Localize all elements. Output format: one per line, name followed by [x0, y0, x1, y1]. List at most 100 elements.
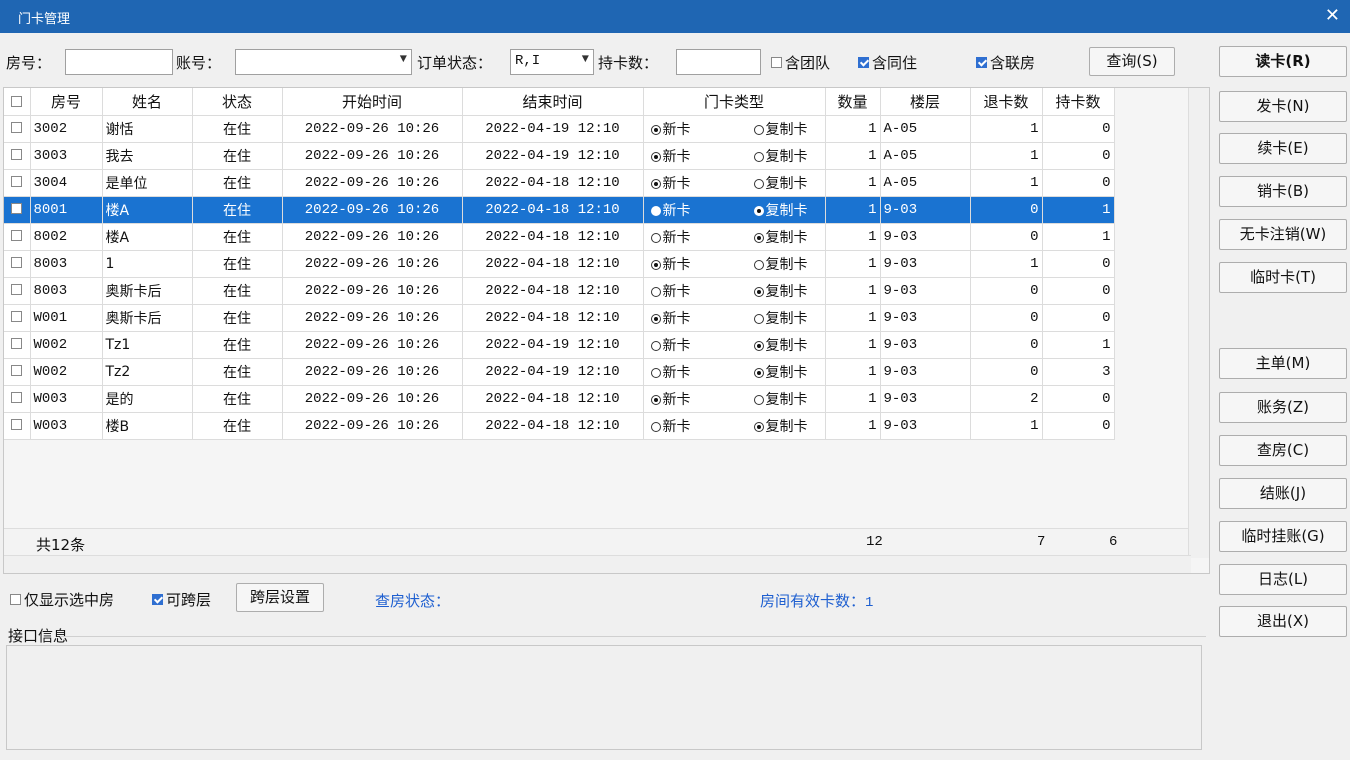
cell-card-type[interactable]: 新卡 复制卡 — [643, 196, 826, 224]
col-card-type[interactable]: 门卡类型 — [643, 88, 826, 116]
account-button[interactable]: 账务(Z) — [1219, 392, 1347, 423]
issue-card-button[interactable]: 发卡(N) — [1219, 91, 1347, 122]
cell-card-type[interactable]: 新卡 复制卡 — [643, 115, 826, 143]
col-floor[interactable]: 楼层 — [880, 88, 971, 116]
radio-new-card[interactable]: 新卡 — [650, 308, 691, 328]
table-row[interactable]: 8001 楼A 在住 2022-09-26 10:26 2022-04-18 12:10… — [4, 196, 1115, 224]
cardless-cancel-button[interactable]: 无卡注销(W) — [1219, 219, 1347, 250]
order-status-combo[interactable]: R,I ▼ — [510, 49, 594, 75]
table-row[interactable]: W002 Tz1 在住 2022-09-26 10:26 2022-04-19 12:1… — [4, 331, 1115, 359]
table-row[interactable]: W003 是的 在住 2022-09-26 10:26 2022-04-18 12:10… — [4, 385, 1115, 413]
radio-new-card[interactable]: 新卡 — [650, 119, 691, 139]
renew-card-button[interactable]: 续卡(E) — [1219, 133, 1347, 164]
radio-new-card[interactable]: 新卡 — [650, 362, 691, 382]
room-check-button[interactable]: 查房(C) — [1219, 435, 1347, 466]
card-count-input[interactable] — [676, 49, 761, 75]
radio-copy-card[interactable]: 复制卡 — [753, 362, 808, 382]
include-linked-checkbox[interactable]: 含联房 — [976, 52, 1035, 73]
table-row[interactable]: W001 奥斯卡后 在住 2022-09-26 10:26 2022-04-18 12:… — [4, 304, 1115, 332]
row-checkbox[interactable] — [4, 358, 31, 386]
row-checkbox[interactable] — [4, 169, 31, 197]
select-all-checkbox[interactable] — [4, 88, 31, 116]
cell-card-type[interactable]: 新卡 复制卡 — [643, 169, 826, 197]
col-room[interactable]: 房号 — [30, 88, 103, 116]
cancel-card-button[interactable]: 销卡(B) — [1219, 176, 1347, 207]
cell-card-type[interactable]: 新卡 复制卡 — [643, 277, 826, 305]
read-card-button[interactable]: 读卡(R) — [1219, 46, 1347, 77]
radio-new-card[interactable]: 新卡 — [650, 200, 691, 220]
chevron-down-icon[interactable]: ▼ — [400, 52, 407, 66]
temp-hang-button[interactable]: 临时挂账(G) — [1219, 521, 1347, 552]
table-row[interactable]: 8002 楼A 在住 2022-09-26 10:26 2022-04-18 12:10… — [4, 223, 1115, 251]
include-cohabit-checkbox[interactable]: 含同住 — [858, 52, 917, 73]
radio-copy-card[interactable]: 复制卡 — [753, 308, 808, 328]
radio-copy-card[interactable]: 复制卡 — [753, 146, 808, 166]
row-checkbox[interactable] — [4, 277, 31, 305]
checkout-button[interactable]: 结账(J) — [1219, 478, 1347, 509]
row-checkbox[interactable] — [4, 250, 31, 278]
row-checkbox[interactable] — [4, 304, 31, 332]
close-icon[interactable]: ✕ — [1325, 5, 1340, 26]
table-row[interactable]: 3002 谢恬 在住 2022-09-26 10:26 2022-04-19 12:10… — [4, 115, 1115, 143]
radio-new-card[interactable]: 新卡 — [650, 281, 691, 301]
col-start[interactable]: 开始时间 — [282, 88, 463, 116]
radio-new-card[interactable]: 新卡 — [650, 146, 691, 166]
radio-copy-card[interactable]: 复制卡 — [753, 416, 808, 436]
exit-button[interactable]: 退出(X) — [1219, 606, 1347, 637]
room-input[interactable] — [65, 49, 173, 75]
row-checkbox[interactable] — [4, 223, 31, 251]
col-end[interactable]: 结束时间 — [462, 88, 644, 116]
cell-card-type[interactable]: 新卡 复制卡 — [643, 331, 826, 359]
cell-card-type[interactable]: 新卡 复制卡 — [643, 304, 826, 332]
col-status[interactable]: 状态 — [192, 88, 283, 116]
row-checkbox[interactable] — [4, 385, 31, 413]
checkbox-checked-icon[interactable] — [976, 57, 987, 68]
row-checkbox[interactable] — [4, 412, 31, 440]
table-row[interactable]: 8003 1 在住 2022-09-26 10:26 2022-04-18 12:10 新… — [4, 250, 1115, 278]
table-row[interactable]: W002 Tz2 在住 2022-09-26 10:26 2022-04-19 12:1… — [4, 358, 1115, 386]
checkbox-checked-icon[interactable] — [152, 594, 163, 605]
radio-copy-card[interactable]: 复制卡 — [753, 200, 808, 220]
radio-copy-card[interactable]: 复制卡 — [753, 281, 808, 301]
cell-card-type[interactable]: 新卡 复制卡 — [643, 412, 826, 440]
radio-new-card[interactable]: 新卡 — [650, 416, 691, 436]
cross-floor-checkbox[interactable]: 可跨层 — [152, 589, 211, 610]
col-returned[interactable]: 退卡数 — [970, 88, 1043, 116]
radio-new-card[interactable]: 新卡 — [650, 389, 691, 409]
main-order-button[interactable]: 主单(M) — [1219, 348, 1347, 379]
row-checkbox[interactable] — [4, 142, 31, 170]
cell-card-type[interactable]: 新卡 复制卡 — [643, 223, 826, 251]
account-combo[interactable]: ▼ — [235, 49, 412, 75]
row-checkbox[interactable] — [4, 115, 31, 143]
radio-copy-card[interactable]: 复制卡 — [753, 227, 808, 247]
table-row[interactable]: 8003 奥斯卡后 在住 2022-09-26 10:26 2022-04-18 12:… — [4, 277, 1115, 305]
radio-copy-card[interactable]: 复制卡 — [753, 335, 808, 355]
radio-new-card[interactable]: 新卡 — [650, 254, 691, 274]
row-checkbox[interactable] — [4, 196, 31, 224]
horizontal-scrollbar[interactable] — [4, 555, 1191, 573]
cell-card-type[interactable]: 新卡 复制卡 — [643, 142, 826, 170]
query-button[interactable]: 查询(S) — [1089, 47, 1175, 76]
radio-new-card[interactable]: 新卡 — [650, 335, 691, 355]
col-name[interactable]: 姓名 — [102, 88, 193, 116]
checkbox-checked-icon[interactable] — [858, 57, 869, 68]
cell-card-type[interactable]: 新卡 复制卡 — [643, 385, 826, 413]
radio-new-card[interactable]: 新卡 — [650, 227, 691, 247]
radio-copy-card[interactable]: 复制卡 — [753, 119, 808, 139]
cell-card-type[interactable]: 新卡 复制卡 — [643, 250, 826, 278]
cell-card-type[interactable]: 新卡 复制卡 — [643, 358, 826, 386]
radio-copy-card[interactable]: 复制卡 — [753, 254, 808, 274]
table-row[interactable]: W003 楼B 在住 2022-09-26 10:26 2022-04-18 12:10… — [4, 412, 1115, 440]
radio-new-card[interactable]: 新卡 — [650, 173, 691, 193]
radio-copy-card[interactable]: 复制卡 — [753, 173, 808, 193]
col-qty[interactable]: 数量 — [825, 88, 881, 116]
table-row[interactable]: 3003 我去 在住 2022-09-26 10:26 2022-04-19 12:10… — [4, 142, 1115, 170]
cross-floor-settings-button[interactable]: 跨层设置 — [236, 583, 324, 612]
checkbox-icon[interactable] — [771, 57, 782, 68]
radio-copy-card[interactable]: 复制卡 — [753, 389, 808, 409]
log-button[interactable]: 日志(L) — [1219, 564, 1347, 595]
temp-card-button[interactable]: 临时卡(T) — [1219, 262, 1347, 293]
col-held[interactable]: 持卡数 — [1042, 88, 1115, 116]
checkbox-icon[interactable] — [10, 594, 21, 605]
table-row[interactable]: 3004 是单位 在住 2022-09-26 10:26 2022-04-18 12:1… — [4, 169, 1115, 197]
